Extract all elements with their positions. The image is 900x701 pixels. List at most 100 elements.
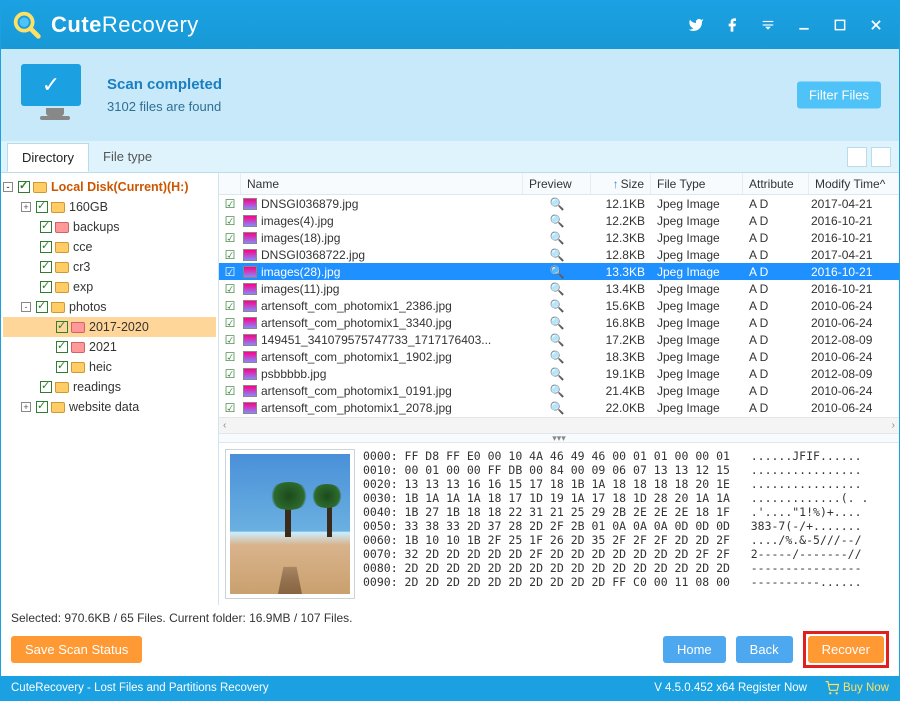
tree-item[interactable]: exp	[3, 277, 216, 297]
file-type: Jpeg Image	[651, 265, 743, 279]
tree-item[interactable]: backups	[3, 217, 216, 237]
tree-item[interactable]: +160GB	[3, 197, 216, 217]
tree-root[interactable]: -Local Disk(Current)(H:)	[3, 177, 216, 197]
twitter-icon[interactable]	[687, 16, 705, 34]
facebook-icon[interactable]	[723, 16, 741, 34]
row-checkbox[interactable]: ☑	[219, 214, 241, 228]
file-row[interactable]: ☑psbbbbb.jpg🔍19.1KBJpeg ImageA D2012-08-…	[219, 365, 899, 382]
file-row[interactable]: ☑artensoft_com_photomix1_0191.jpg🔍21.4KB…	[219, 382, 899, 399]
col-preview[interactable]: Preview	[523, 173, 591, 194]
file-size: 13.3KB	[591, 265, 651, 279]
tree-item-selected[interactable]: 2017-2020	[3, 317, 216, 337]
file-row[interactable]: ☑images(11).jpg🔍13.4KBJpeg ImageA D2016-…	[219, 280, 899, 297]
maximize-button[interactable]	[831, 16, 849, 34]
preview-icon[interactable]: 🔍	[523, 299, 591, 313]
col-modify-time[interactable]: Modify Time ^	[809, 173, 899, 194]
row-checkbox[interactable]: ☑	[219, 384, 241, 398]
col-size[interactable]: ↑Size	[591, 173, 651, 194]
file-date: 2010-06-24	[809, 299, 899, 313]
file-row[interactable]: ☑images(4).jpg🔍12.2KBJpeg ImageA D2016-1…	[219, 212, 899, 229]
file-date: 2010-06-24	[809, 316, 899, 330]
preview-icon[interactable]: 🔍	[523, 350, 591, 364]
splitter-handle[interactable]: ▾▾▾	[219, 433, 899, 443]
col-attribute[interactable]: Attribute	[743, 173, 809, 194]
row-checkbox[interactable]: ☑	[219, 299, 241, 313]
back-button[interactable]: Back	[736, 636, 793, 663]
file-size: 13.4KB	[591, 282, 651, 296]
preview-icon[interactable]: 🔍	[523, 248, 591, 262]
row-checkbox[interactable]: ☑	[219, 333, 241, 347]
file-row[interactable]: ☑artensoft_com_photomix1_1902.jpg🔍18.3KB…	[219, 348, 899, 365]
file-row[interactable]: ☑DNSGI0368722.jpg🔍12.8KBJpeg ImageA D201…	[219, 246, 899, 263]
file-name: DNSGI0368722.jpg	[241, 248, 523, 262]
preview-icon[interactable]: 🔍	[523, 231, 591, 245]
preview-icon[interactable]: 🔍	[523, 265, 591, 279]
row-checkbox[interactable]: ☑	[219, 401, 241, 415]
preview-icon[interactable]: 🔍	[523, 214, 591, 228]
image-file-icon	[243, 215, 257, 227]
file-name: 149451_341079575747733_1717176403...	[241, 333, 523, 347]
row-checkbox[interactable]: ☑	[219, 316, 241, 330]
buy-now-link[interactable]: Buy Now	[825, 681, 889, 695]
file-type: Jpeg Image	[651, 197, 743, 211]
filter-files-button[interactable]: Filter Files	[797, 82, 881, 109]
row-checkbox[interactable]: ☑	[219, 248, 241, 262]
file-list[interactable]: ☑DNSGI036879.jpg🔍12.1KBJpeg ImageA D2017…	[219, 195, 899, 417]
directory-tree[interactable]: -Local Disk(Current)(H:) +160GB backups …	[1, 173, 219, 605]
view-grid-icon[interactable]	[847, 147, 867, 167]
horizontal-scrollbar[interactable]: ‹›	[219, 417, 899, 433]
file-row[interactable]: ☑DNSGI036879.jpg🔍12.1KBJpeg ImageA D2017…	[219, 195, 899, 212]
tree-item[interactable]: cce	[3, 237, 216, 257]
tree-item[interactable]: cr3	[3, 257, 216, 277]
preview-icon[interactable]: 🔍	[523, 197, 591, 211]
tree-item[interactable]: +website data	[3, 397, 216, 417]
preview-icon[interactable]: 🔍	[523, 401, 591, 415]
row-checkbox[interactable]: ☑	[219, 282, 241, 296]
file-type: Jpeg Image	[651, 350, 743, 364]
file-row[interactable]: ☑149451_341079575747733_1717176403...🔍17…	[219, 331, 899, 348]
minimize-button[interactable]	[795, 16, 813, 34]
image-file-icon	[243, 334, 257, 346]
row-checkbox[interactable]: ☑	[219, 367, 241, 381]
tree-item-photos[interactable]: -photos	[3, 297, 216, 317]
view-list-icon[interactable]	[871, 147, 891, 167]
home-button[interactable]: Home	[663, 636, 726, 663]
file-attr: A D	[743, 214, 809, 228]
preview-icon[interactable]: 🔍	[523, 384, 591, 398]
col-checkbox[interactable]	[219, 173, 241, 194]
footer-version[interactable]: V 4.5.0.452 x64 Register Now	[654, 682, 807, 694]
tab-filetype[interactable]: File type	[89, 143, 166, 170]
titlebar: CuteRecovery	[1, 1, 899, 49]
row-checkbox[interactable]: ☑	[219, 265, 241, 279]
close-button[interactable]	[867, 16, 885, 34]
scroll-left-icon: ‹	[223, 420, 226, 431]
tree-item[interactable]: heic	[3, 357, 216, 377]
col-filetype[interactable]: File Type	[651, 173, 743, 194]
preview-icon[interactable]: 🔍	[523, 282, 591, 296]
file-date: 2012-08-09	[809, 367, 899, 381]
preview-icon[interactable]: 🔍	[523, 316, 591, 330]
thumbnail-box	[225, 449, 355, 599]
save-scan-status-button[interactable]: Save Scan Status	[11, 636, 142, 663]
menu-dropdown-icon[interactable]	[759, 16, 777, 34]
row-checkbox[interactable]: ☑	[219, 197, 241, 211]
file-row[interactable]: ☑images(18).jpg🔍12.3KBJpeg ImageA D2016-…	[219, 229, 899, 246]
preview-icon[interactable]: 🔍	[523, 333, 591, 347]
tab-directory[interactable]: Directory	[7, 143, 89, 172]
file-row[interactable]: ☑artensoft_com_photomix1_3340.jpg🔍16.8KB…	[219, 314, 899, 331]
file-name: DNSGI036879.jpg	[241, 197, 523, 211]
tree-item[interactable]: readings	[3, 377, 216, 397]
row-checkbox[interactable]: ☑	[219, 231, 241, 245]
file-row[interactable]: ☑artensoft_com_photomix1_2386.jpg🔍15.6KB…	[219, 297, 899, 314]
tree-item[interactable]: 2021	[3, 337, 216, 357]
file-row[interactable]: ☑artensoft_com_photomix1_2078.jpg🔍22.0KB…	[219, 399, 899, 416]
file-row[interactable]: ☑images(28).jpg🔍13.3KBJpeg ImageA D2016-…	[219, 263, 899, 280]
row-checkbox[interactable]: ☑	[219, 350, 241, 364]
file-attr: A D	[743, 350, 809, 364]
file-attr: A D	[743, 316, 809, 330]
preview-icon[interactable]: 🔍	[523, 367, 591, 381]
recover-button[interactable]: Recover	[808, 636, 884, 663]
image-file-icon	[243, 232, 257, 244]
col-name[interactable]: Name	[241, 173, 523, 194]
file-size: 12.8KB	[591, 248, 651, 262]
